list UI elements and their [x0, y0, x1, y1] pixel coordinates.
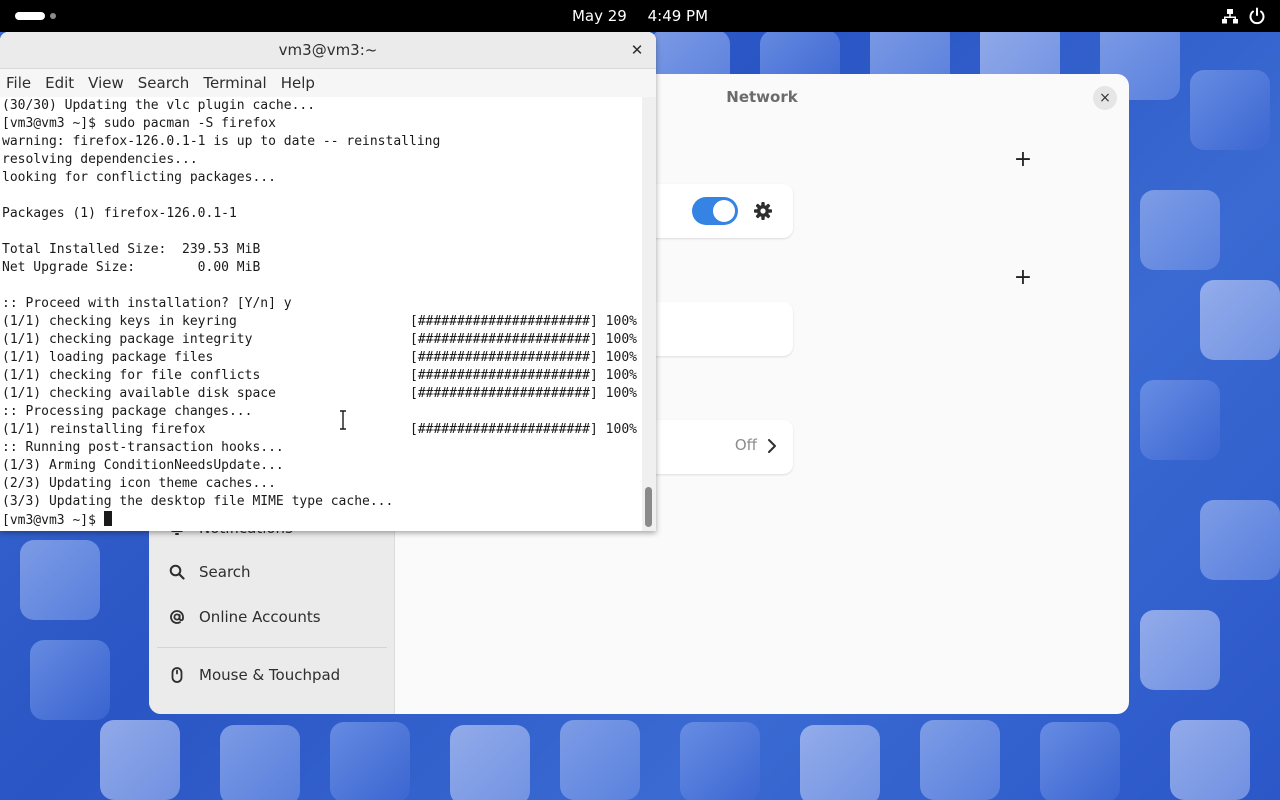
sidebar-item-mouse-touchpad[interactable]: Mouse & Touchpad	[157, 655, 387, 695]
wallpaper-tile	[1200, 280, 1280, 360]
terminal-line: Packages (1) firefox-126.0.1-1	[2, 206, 237, 221]
power-icon[interactable]	[1248, 7, 1266, 25]
wallpaper-tile	[20, 540, 100, 620]
connection-toggle[interactable]	[692, 197, 738, 225]
sidebar-item-search[interactable]: Search	[157, 552, 387, 592]
terminal-line: looking for conflicting packages...	[2, 170, 276, 185]
wallpaper-tile	[1040, 722, 1120, 800]
terminal-line: (1/1) checking keys in keyring	[2, 314, 237, 329]
wallpaper-tile	[450, 725, 530, 800]
proxy-status-value: Off	[734, 436, 757, 454]
terminal-output[interactable]: (30/30) Updating the vlc plugin cache...…	[0, 97, 642, 531]
terminal-line: Total Installed Size: 239.53 MiB	[2, 242, 261, 257]
wallpaper-tile	[1190, 70, 1270, 150]
search-icon	[167, 562, 187, 582]
add-vpn-button[interactable]: +	[1013, 267, 1033, 289]
toggle-knob	[713, 200, 735, 222]
menu-help[interactable]: Help	[281, 74, 315, 92]
terminal-line: resolving dependencies...	[2, 152, 198, 167]
terminal-line: warning: firefox-126.0.1-1 is up to date…	[2, 134, 441, 149]
window-title: vm3@vm3:~	[278, 41, 378, 59]
wallpaper-tile	[1140, 190, 1220, 270]
terminal-titlebar[interactable]: vm3@vm3:~ ✕	[0, 32, 656, 69]
clock-date: May 29	[571, 7, 627, 25]
menu-search[interactable]: Search	[138, 74, 190, 92]
terminal-line: (1/1) loading package files	[2, 350, 214, 365]
terminal-line: (30/30) Updating the vlc plugin cache...	[2, 98, 316, 113]
at-icon	[167, 607, 187, 627]
menu-view[interactable]: View	[88, 74, 124, 92]
wallpaper-tile	[330, 722, 410, 800]
sidebar-separator	[157, 647, 387, 648]
wallpaper-tile	[100, 720, 180, 800]
gear-icon[interactable]	[753, 201, 773, 221]
terminal-line: (2/3) Updating icon theme caches...	[2, 476, 276, 491]
progress-bar-text: [######################] 100%	[410, 314, 637, 329]
terminal-line: (1/3) Arming ConditionNeedsUpdate...	[2, 458, 284, 473]
sidebar-item-label: Online Accounts	[199, 608, 321, 626]
scrollbar-thumb[interactable]	[645, 487, 652, 527]
terminal-prompt: [vm3@vm3 ~]$	[2, 513, 104, 528]
close-icon[interactable]: ✕	[628, 41, 646, 59]
terminal-prompt-line: [vm3@vm3 ~]$	[2, 511, 112, 529]
progress-bar-text: [######################] 100%	[410, 386, 637, 401]
chevron-right-icon	[768, 439, 776, 453]
sidebar-item-online-accounts[interactable]: Online Accounts	[157, 597, 387, 637]
terminal-scrollbar[interactable]	[642, 97, 656, 531]
wallpaper-tile	[1170, 720, 1250, 800]
menu-terminal[interactable]: Terminal	[203, 74, 266, 92]
wallpaper-tile	[800, 725, 880, 800]
terminal-window: vm3@vm3:~ ✕ File Edit View Search Termin…	[0, 32, 656, 531]
wallpaper-tile	[1140, 380, 1220, 460]
clock[interactable]: May 29 4:49 PM	[0, 0, 1280, 32]
terminal-line: Net Upgrade Size: 0.00 MiB	[2, 260, 261, 275]
progress-bar-text: [######################] 100%	[410, 350, 637, 365]
wallpaper-tile	[30, 640, 110, 720]
progress-bar-text: [######################] 100%	[410, 332, 637, 347]
progress-bar-text: [######################] 100%	[410, 422, 637, 437]
network-icon[interactable]	[1222, 8, 1238, 24]
top-bar: May 29 4:49 PM	[0, 0, 1280, 32]
terminal-line: (3/3) Updating the desktop file MIME typ…	[2, 494, 394, 509]
close-button[interactable]: ×	[1093, 86, 1117, 110]
sidebar-item-label: Search	[199, 563, 251, 581]
wallpaper-tile	[220, 725, 300, 800]
wallpaper-tile	[920, 720, 1000, 800]
clock-time: 4:49 PM	[647, 7, 709, 25]
add-connection-button[interactable]: +	[1013, 149, 1033, 171]
terminal-line: (1/1) reinstalling firefox	[2, 422, 206, 437]
terminal-line: :: Running post-transaction hooks...	[2, 440, 284, 455]
wallpaper-tile	[1200, 500, 1280, 580]
wallpaper-tile	[560, 720, 640, 800]
menu-edit[interactable]: Edit	[45, 74, 74, 92]
wallpaper-tile	[1140, 610, 1220, 690]
sidebar-item-label: Mouse & Touchpad	[199, 666, 341, 684]
ibeam-cursor-icon	[340, 410, 346, 430]
terminal-menubar: File Edit View Search Terminal Help	[0, 69, 656, 97]
terminal-line: [vm3@vm3 ~]$ sudo pacman -S firefox	[2, 116, 276, 131]
mouse-icon	[167, 665, 187, 685]
terminal-line: (1/1) checking available disk space	[2, 386, 276, 401]
terminal-line: (1/1) checking for file conflicts	[2, 368, 261, 383]
terminal-line: :: Processing package changes...	[2, 404, 253, 419]
wallpaper-tile	[680, 722, 760, 800]
text-cursor	[103, 511, 112, 526]
menu-file[interactable]: File	[6, 74, 31, 92]
terminal-line: (1/1) checking package integrity	[2, 332, 253, 347]
terminal-line: :: Proceed with installation? [Y/n] y	[2, 296, 292, 311]
progress-bar-text: [######################] 100%	[410, 368, 637, 383]
